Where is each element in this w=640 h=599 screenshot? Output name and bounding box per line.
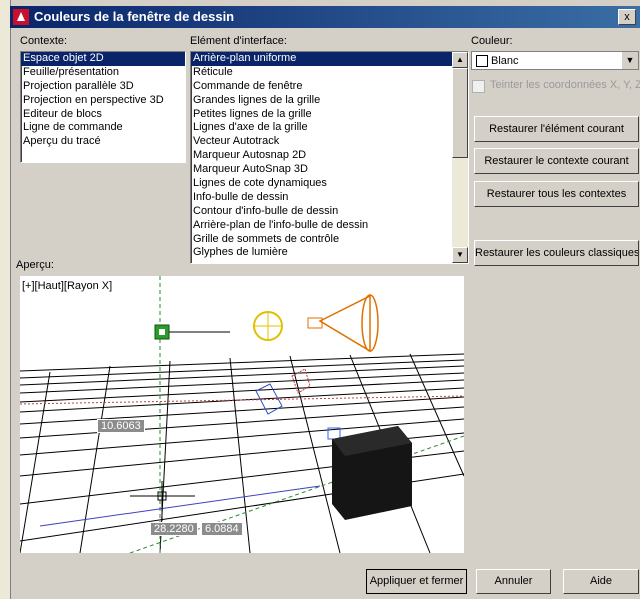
- dimension-tooltip-1: 10.6063: [97, 419, 145, 433]
- context-label: Contexte:: [20, 35, 68, 47]
- restore-element-button[interactable]: Restaurer l'élément courant: [474, 116, 639, 142]
- dimension-tooltip-2: 28.2280: [150, 522, 198, 536]
- close-button[interactable]: x: [618, 9, 636, 25]
- list-item[interactable]: Commande de fenêtre: [191, 80, 468, 94]
- preview-viewport: [+][Haut][Rayon X] 10.6063 28.2280 6.088…: [20, 276, 464, 553]
- list-item[interactable]: Editeur de blocs: [21, 108, 185, 122]
- chevron-down-icon[interactable]: ▼: [622, 52, 638, 69]
- list-item[interactable]: Espace objet 2D: [21, 52, 185, 66]
- list-item[interactable]: Vecteur Autotrack: [191, 135, 468, 149]
- list-item[interactable]: Lignes d'axe de la grille: [191, 121, 468, 135]
- scroll-up-icon[interactable]: ▲: [452, 52, 468, 68]
- interface-element-label: Elément d'interface:: [190, 35, 287, 47]
- list-item[interactable]: Grille de sommets de contrôle: [191, 233, 468, 247]
- cancel-button[interactable]: Annuler: [476, 569, 551, 594]
- scroll-down-icon[interactable]: ▼: [452, 247, 468, 263]
- window-title: Couleurs de la fenêtre de dessin: [34, 9, 235, 24]
- list-item[interactable]: Ligne de commande: [21, 121, 185, 135]
- tint-label: Teinter les coordonnées X, Y, Z: [490, 79, 640, 91]
- dialog-body: Contexte: Espace objet 2D Feuille/présent…: [11, 28, 640, 599]
- list-item[interactable]: Réticule: [191, 66, 468, 80]
- list-item[interactable]: Info-bulle de dessin: [191, 191, 468, 205]
- color-select[interactable]: Blanc ▼: [471, 51, 639, 70]
- list-item[interactable]: Arrière-plan de l'info-bulle de dessin: [191, 219, 468, 233]
- list-item[interactable]: Contour d'info-bulle de dessin: [191, 205, 468, 219]
- restore-classic-colors-button[interactable]: Restaurer les couleurs classiques: [474, 240, 639, 266]
- list-item[interactable]: Aperçu du tracé: [21, 135, 185, 149]
- color-select-value: Blanc: [491, 55, 519, 67]
- color-label: Couleur:: [471, 35, 513, 47]
- title-bar: Couleurs de la fenêtre de dessin x: [10, 6, 640, 28]
- list-item[interactable]: Projection parallèle 3D: [21, 80, 185, 94]
- restore-all-button[interactable]: Restaurer tous les contextes: [474, 181, 639, 207]
- list-item[interactable]: Marqueur Autosnap 2D: [191, 149, 468, 163]
- list-item[interactable]: Petites lignes de la grille: [191, 108, 468, 122]
- list-item[interactable]: Glyphes de lumière: [191, 246, 468, 260]
- help-button[interactable]: Aide: [563, 569, 639, 594]
- list-item[interactable]: Marqueur AutoSnap 3D: [191, 163, 468, 177]
- list-scrollbar[interactable]: ▲ ▼: [452, 52, 468, 263]
- preview-label: Aperçu:: [16, 259, 54, 271]
- background-window-strip: [0, 0, 11, 599]
- list-item[interactable]: Arrière-plan uniforme: [191, 52, 468, 66]
- scroll-thumb[interactable]: [452, 68, 468, 158]
- dimension-tooltip-3: 6.0884: [201, 522, 243, 536]
- list-item[interactable]: Feuille/présentation: [21, 66, 185, 80]
- context-list[interactable]: Espace objet 2D Feuille/présentation Proje…: [20, 51, 186, 163]
- list-item[interactable]: Projection en perspective 3D: [21, 94, 185, 108]
- tint-checkbox[interactable]: [472, 80, 485, 93]
- interface-element-list[interactable]: Arrière-plan uniforme Réticule Commande de…: [190, 51, 469, 264]
- color-swatch-icon: [476, 55, 488, 67]
- autocad-icon: [13, 9, 29, 25]
- apply-close-button[interactable]: Appliquer et fermer: [366, 569, 467, 594]
- list-item[interactable]: Lignes de cote dynamiques: [191, 177, 468, 191]
- list-item[interactable]: Grandes lignes de la grille: [191, 94, 468, 108]
- preview-scene: [20, 276, 464, 553]
- restore-context-button[interactable]: Restaurer le contexte courant: [474, 148, 639, 174]
- blue-line: [39, 485, 321, 527]
